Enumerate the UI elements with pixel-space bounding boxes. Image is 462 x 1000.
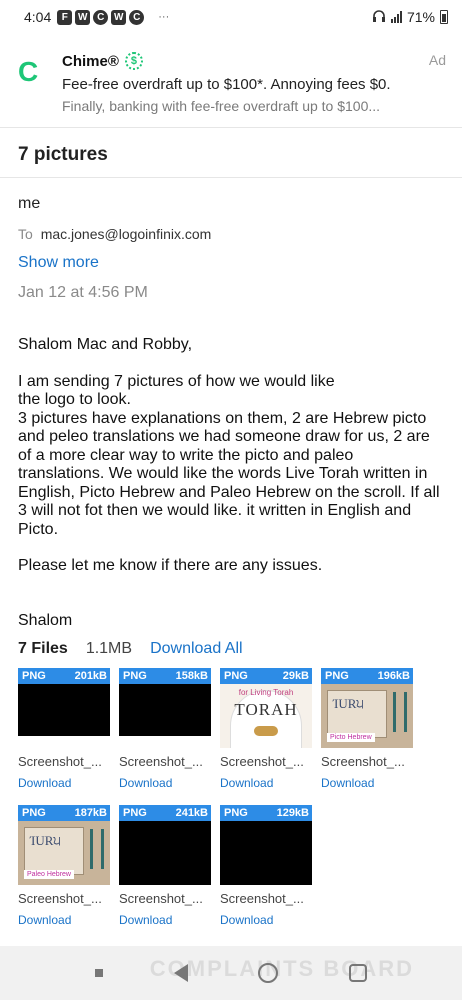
sketch-figure-icon — [90, 829, 104, 869]
ad-headline: Fee-free overdraft up to $100*. Annoying… — [62, 76, 391, 93]
body-line: 3 will not fot then we would like. it wr… — [18, 502, 412, 519]
attachment-preview[interactable]: PNG 129kB — [220, 805, 312, 885]
menu-dot-icon[interactable] — [95, 969, 104, 977]
download-link[interactable]: Download — [220, 913, 312, 927]
download-link[interactable]: Download — [220, 776, 312, 790]
attachment-tile[interactable]: PNG 158kB Screenshot_... Download — [119, 668, 211, 790]
file-name: Screenshot_... — [321, 754, 405, 769]
file-type: PNG — [325, 670, 349, 682]
sender-name[interactable]: me — [18, 195, 444, 217]
app-w-icon: W — [75, 9, 91, 25]
file-size: 129kB — [276, 807, 309, 819]
ad-banner[interactable]: C Chime® $ Fee-free overdraft up to $100… — [0, 34, 462, 128]
file-type: PNG — [22, 807, 46, 819]
attachment-tile[interactable]: PNG 201kB Screenshot_... Download — [18, 668, 110, 790]
facebook-icon: F — [57, 9, 73, 25]
files-size: 1.1MB — [85, 640, 133, 657]
file-type: PNG — [224, 670, 248, 682]
preview-logo-text: TORAH — [234, 700, 298, 719]
file-name: Screenshot_... — [119, 754, 203, 769]
files-count: 7 Files — [18, 640, 68, 657]
email-subject: 7 pictures — [0, 128, 462, 178]
preview-caption: Picto Hebrew — [327, 733, 375, 742]
attachment-tile[interactable]: ΊUR੫ Picto Hebrew PNG 196kB Screenshot_..… — [321, 668, 413, 790]
body-line: English, Picto Hebrew and Paleo Hebrew o… — [18, 483, 440, 501]
attachment-preview[interactable]: PNG 241kB — [119, 805, 211, 885]
file-name: Screenshot_... — [220, 754, 304, 769]
sketch-ink: ΊUR੫ — [333, 696, 365, 711]
ad-title: Chime® — [62, 52, 119, 70]
file-size: 201kB — [74, 670, 107, 682]
file-name: Screenshot_... — [119, 891, 203, 906]
file-size: 158kB — [175, 670, 208, 682]
attachment-preview[interactable]: ΊUR੫ Picto Hebrew PNG 196kB — [321, 668, 413, 748]
download-link[interactable]: Download — [321, 776, 413, 790]
attachment-preview[interactable]: for Living Torah TORAH PNG 29kB — [220, 668, 312, 748]
chime-logo: C — [18, 56, 39, 87]
file-size: 29kB — [282, 670, 309, 682]
app-w-icon: W — [111, 9, 127, 25]
ad-description: Finally, banking with fee-free overdraft… — [62, 98, 381, 114]
body-line: 3 pictures have explanations on them, 2 … — [18, 409, 427, 427]
app-c-icon: C — [93, 9, 109, 25]
sketch-figure-icon — [393, 692, 407, 732]
dollar-badge-icon: $ — [124, 52, 143, 70]
download-link[interactable]: Download — [119, 776, 211, 790]
watermark: COMPLAINTS BOARD — [149, 956, 414, 981]
headphones-icon — [372, 9, 386, 26]
closing-line: Please let me know if there are any issu… — [18, 557, 323, 574]
file-name: Screenshot_... — [18, 754, 102, 769]
battery-icon — [440, 10, 448, 24]
file-name: Screenshot_... — [220, 891, 304, 906]
file-name: Screenshot_... — [18, 891, 102, 906]
email-date: Jan 12 at 4:56 PM — [18, 284, 148, 301]
more-notifications-icon: ··· — [158, 11, 170, 23]
body-line: Picto. — [18, 520, 59, 538]
preview-caption: for Living Torah — [238, 688, 294, 697]
battery-percent: 71% — [406, 9, 435, 25]
attachment-tile[interactable]: ΊUR੫ Paleo Hebrew PNG 187kB Screenshot_..… — [18, 805, 110, 927]
file-type: PNG — [123, 670, 147, 682]
app-c-icon: C — [129, 9, 145, 25]
email-body: Shalom Mac and Robby, I am sending 7 pic… — [0, 302, 462, 630]
status-bar: 4:04 F W C W C ··· 71% — [0, 0, 462, 34]
show-more-link[interactable]: Show more — [18, 254, 99, 272]
body-line: I am sending 7 pictures of how we would … — [18, 372, 335, 390]
email-header: me To mac.jones@logoinfinix.com Show mor… — [0, 178, 462, 302]
signal-icon — [390, 11, 402, 23]
file-size: 196kB — [377, 670, 410, 682]
attachment-tile[interactable]: PNG 129kB Screenshot_... Download — [220, 805, 312, 927]
attachment-tile[interactable]: PNG 241kB Screenshot_... Download — [119, 805, 211, 927]
download-link[interactable]: Download — [119, 913, 211, 927]
file-type: PNG — [22, 670, 46, 682]
greeting: Shalom Mac and Robby, — [18, 336, 193, 353]
system-nav-bar: COMPLAINTS BOARD — [0, 946, 462, 1000]
body-line: and peleo translations we had someone dr… — [18, 428, 430, 445]
body-line: translations. We would like the words Li… — [18, 465, 428, 482]
body-line: of a more clear way to write the picto a… — [18, 446, 354, 464]
attachment-preview[interactable]: PNG 201kB — [18, 668, 110, 748]
sketch-ink: ΊUR੫ — [30, 833, 62, 848]
attachment-preview[interactable]: ΊUR੫ Paleo Hebrew PNG 187kB — [18, 805, 110, 885]
leaf-icon — [254, 726, 278, 736]
file-type: PNG — [123, 807, 147, 819]
attachments-header: 7 Files 1.1MB Download All — [0, 612, 261, 658]
file-size: 187kB — [74, 807, 107, 819]
body-line: the logo to look. — [18, 391, 131, 408]
ad-label: Ad — [428, 52, 446, 68]
file-size: 241kB — [175, 807, 208, 819]
status-time: 4:04 — [24, 9, 52, 25]
download-link[interactable]: Download — [18, 776, 110, 790]
attachment-preview[interactable]: PNG 158kB — [119, 668, 211, 748]
download-all-link[interactable]: Download All — [150, 640, 243, 658]
to-label: To — [18, 226, 33, 242]
preview-caption: Paleo Hebrew — [24, 870, 74, 879]
download-link[interactable]: Download — [18, 913, 110, 927]
attachment-tile[interactable]: for Living Torah TORAH PNG 29kB Screensho… — [220, 668, 312, 790]
recipient-line: To mac.jones@logoinfinix.com — [18, 226, 444, 242]
recipient-address[interactable]: mac.jones@logoinfinix.com — [41, 226, 212, 242]
file-type: PNG — [224, 807, 248, 819]
